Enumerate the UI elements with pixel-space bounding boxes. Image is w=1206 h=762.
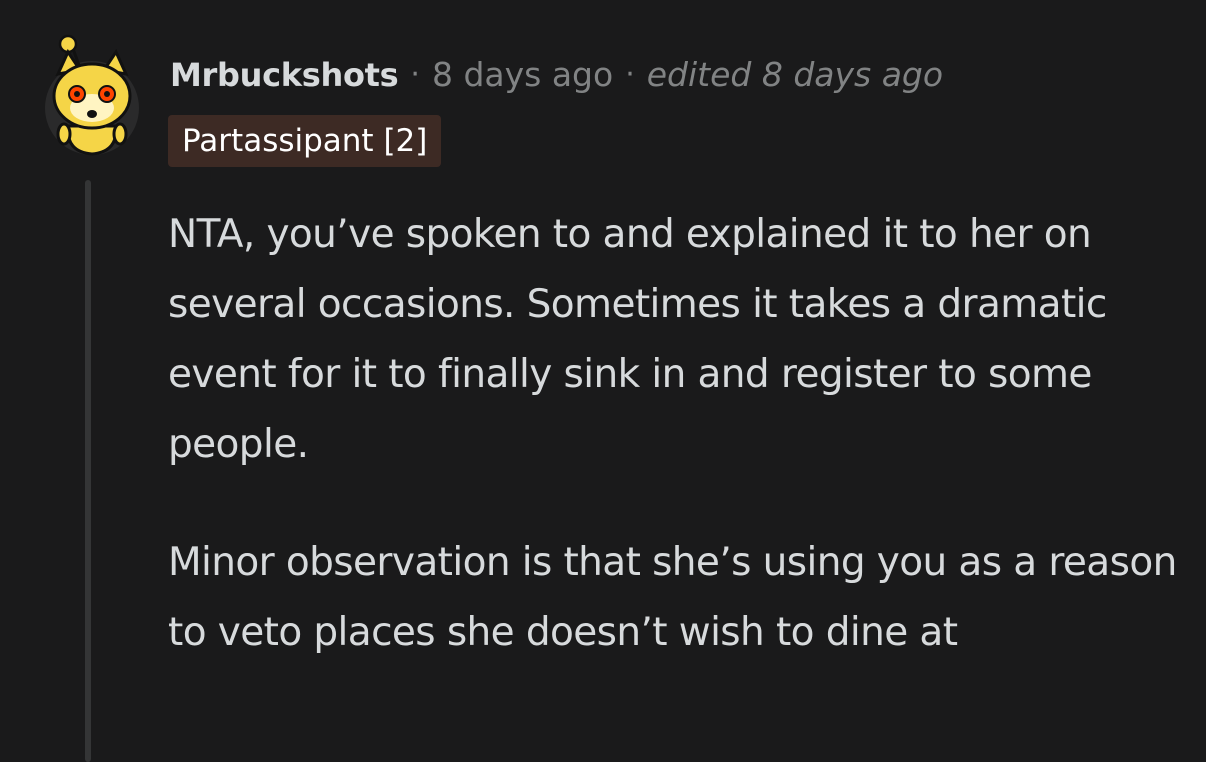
thread-collapse-line[interactable] bbox=[85, 180, 91, 762]
posted-time[interactable]: 8 days ago bbox=[432, 52, 613, 98]
comment: Mrbuckshots · 8 days ago · edited 8 days… bbox=[0, 0, 1206, 762]
shiba-snoo-avatar-icon bbox=[45, 34, 139, 156]
user-avatar[interactable] bbox=[44, 34, 140, 158]
meta-separator: · bbox=[625, 57, 635, 92]
comment-body: NTA, you’ve spoken to and explained it t… bbox=[168, 200, 1178, 716]
user-flair: Partassipant [2] bbox=[168, 115, 442, 167]
meta-separator: · bbox=[410, 57, 420, 92]
comment-paragraph: NTA, you’ve spoken to and explained it t… bbox=[168, 212, 1107, 467]
comment-paragraph: Minor observation is that she’s using yo… bbox=[168, 540, 1177, 655]
username-link[interactable]: Mrbuckshots bbox=[170, 52, 399, 98]
edited-time: edited 8 days ago bbox=[646, 55, 944, 94]
comment-meta: Mrbuckshots · 8 days ago · edited 8 days… bbox=[170, 52, 943, 98]
